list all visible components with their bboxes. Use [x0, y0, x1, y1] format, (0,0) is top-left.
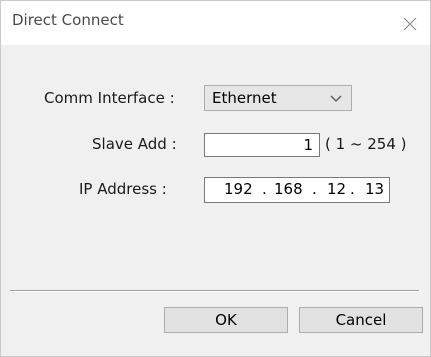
slave-add-label: Slave Add : [92, 135, 177, 153]
ip-separator: . [350, 180, 355, 198]
ip-separator: . [262, 180, 267, 198]
ip-octet-4: 13 [365, 180, 385, 198]
chevron-down-icon [330, 95, 342, 102]
ip-address-input[interactable]: 192 . 168 . 12 . 13 [204, 177, 390, 203]
dialog-title: Direct Connect [12, 11, 124, 29]
slave-add-value: 1 [303, 136, 313, 154]
slave-add-input[interactable]: 1 [204, 133, 320, 157]
ip-octet-3: 12 [327, 180, 347, 198]
comm-interface-label: Comm Interface : [44, 89, 175, 107]
comm-interface-select[interactable]: Ethernet [204, 85, 352, 111]
ip-octet-2: 168 [274, 180, 303, 198]
cancel-button[interactable]: Cancel [299, 307, 423, 333]
ip-separator: . [312, 180, 317, 198]
title-bar: Direct Connect [1, 1, 430, 45]
comm-interface-value: Ethernet [212, 89, 277, 107]
slave-add-range: ( 1 ~ 254 ) [325, 135, 407, 153]
direct-connect-dialog: Direct Connect Comm Interface : Ethernet… [0, 0, 431, 357]
close-icon[interactable] [393, 7, 427, 37]
divider [10, 290, 419, 292]
ok-button[interactable]: OK [164, 307, 288, 333]
ip-octet-1: 192 [224, 180, 253, 198]
ip-address-label: IP Address : [79, 180, 167, 198]
